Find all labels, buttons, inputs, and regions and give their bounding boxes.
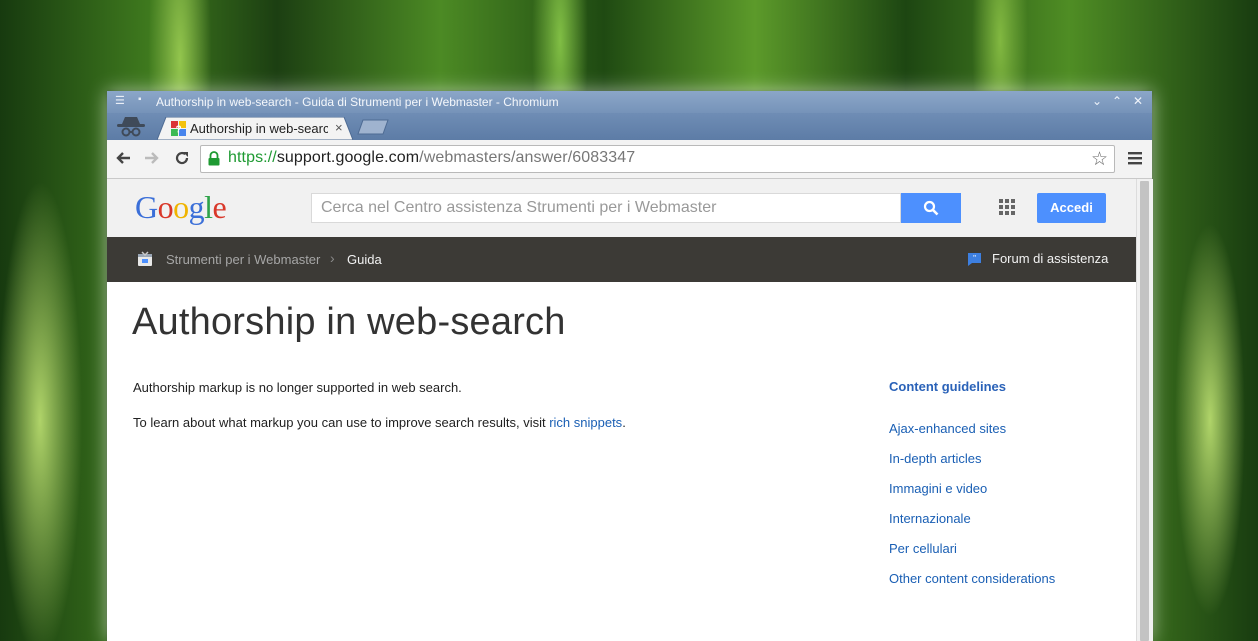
forum-speech-icon: " — [968, 253, 981, 266]
article-paragraph: Authorship markup is no longer supported… — [133, 380, 462, 395]
sidebar-link-immagini[interactable]: Immagini e video — [889, 481, 987, 496]
google-logo[interactable]: Google — [135, 189, 227, 226]
browser-window: ☰ ▪ Authorship in web-search - Guida di … — [107, 91, 1153, 641]
rich-snippets-link[interactable]: rich snippets — [549, 415, 622, 430]
url-text: https://support.google.com/webmasters/an… — [228, 149, 635, 167]
paragraph-text: To learn about what markup you can use t… — [133, 415, 550, 430]
search-icon — [923, 200, 939, 216]
breadcrumb-chevron-icon: › — [330, 250, 335, 266]
incognito-icon — [117, 117, 145, 137]
tab-strip: ? Authorship in web-search × — [107, 113, 1152, 140]
help-forum-link[interactable]: Forum di assistenza — [992, 251, 1108, 266]
window-title: Authorship in web-search - Guida di Stru… — [156, 95, 559, 109]
address-bar[interactable]: https://support.google.com/webmasters/an… — [200, 145, 1115, 173]
url-path: /webmasters/answer/6083347 — [419, 149, 636, 166]
maximize-button[interactable]: ⌃ — [1112, 94, 1122, 108]
forward-arrow-icon[interactable] — [144, 151, 160, 165]
apps-grid-icon[interactable] — [999, 199, 1015, 215]
logo-letter: G — [135, 189, 158, 225]
tab-close-icon[interactable]: × — [335, 120, 343, 135]
window-pin-icon: ▪ — [138, 94, 142, 105]
logo-letter: l — [204, 189, 213, 225]
logo-letter: o — [173, 189, 189, 225]
sidebar-link-in-depth[interactable]: In-depth articles — [889, 451, 982, 466]
bookmark-star-icon[interactable]: ☆ — [1091, 148, 1108, 171]
browser-tab-active[interactable]: ? Authorship in web-search × — [157, 117, 353, 140]
breadcrumb-product-link[interactable]: Strumenti per i Webmaster — [166, 252, 320, 267]
chrome-menu-icon[interactable] — [1128, 151, 1142, 165]
back-arrow-icon[interactable] — [115, 151, 131, 165]
sidebar-link-internazionale[interactable]: Internazionale — [889, 511, 971, 526]
product-bar: Strumenti per i Webmaster › Guida " Foru… — [107, 237, 1136, 282]
reload-icon[interactable] — [174, 150, 190, 166]
svg-text:?: ? — [175, 125, 181, 136]
url-host: support.google.com — [276, 149, 420, 166]
sidebar-link-ajax[interactable]: Ajax-enhanced sites — [889, 421, 1006, 436]
minimize-button[interactable]: ⌄ — [1092, 94, 1102, 108]
svg-text:": " — [973, 254, 976, 263]
scrollbar-thumb[interactable] — [1140, 181, 1149, 641]
secure-lock-icon — [208, 151, 220, 166]
sidebar-heading[interactable]: Content guidelines — [889, 379, 1006, 394]
search-placeholder: Cerca nel Centro assistenza Strumenti pe… — [321, 199, 717, 216]
article-paragraph-rich-snippets: To learn about what markup you can use t… — [133, 415, 626, 430]
web-page: Google Cerca nel Centro assistenza Strum… — [107, 179, 1136, 641]
close-window-button[interactable]: ✕ — [1133, 94, 1143, 108]
tab-title: Authorship in web-search — [190, 121, 328, 136]
help-search-input[interactable]: Cerca nel Centro assistenza Strumenti pe… — [311, 193, 901, 223]
sign-in-button[interactable]: Accedi — [1037, 193, 1106, 223]
search-button[interactable] — [901, 193, 961, 223]
webmaster-tools-icon — [138, 251, 152, 266]
breadcrumb-current[interactable]: Guida — [347, 252, 382, 267]
help-header: Google Cerca nel Centro assistenza Strum… — [107, 179, 1136, 237]
vertical-scrollbar[interactable] — [1136, 179, 1153, 641]
logo-letter: e — [212, 189, 227, 225]
article-title: Authorship in web-search — [132, 301, 566, 343]
new-tab-button[interactable] — [357, 119, 389, 135]
sidebar-link-cellulari[interactable]: Per cellulari — [889, 541, 957, 556]
paragraph-punct: . — [622, 415, 626, 430]
window-titlebar: ☰ ▪ Authorship in web-search - Guida di … — [107, 91, 1152, 113]
window-menu-icon[interactable]: ☰ — [115, 94, 125, 107]
logo-letter: o — [157, 189, 174, 225]
url-scheme: https:// — [228, 149, 277, 166]
sidebar-link-other[interactable]: Other content considerations — [889, 571, 1055, 586]
help-favicon-icon: ? — [171, 121, 186, 136]
logo-letter: g — [188, 189, 205, 225]
browser-toolbar: 🡐 https://support.google.com/webmasters/… — [107, 140, 1152, 179]
